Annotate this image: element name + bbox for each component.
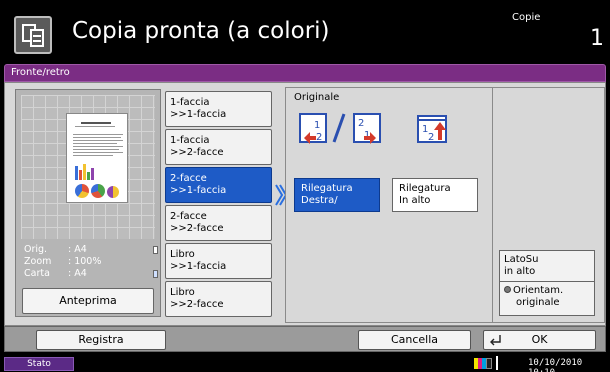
binding-top-button[interactable]: Rilegatura In alto — [392, 178, 478, 212]
document-thumbnail — [66, 113, 128, 203]
svg-text:2: 2 — [316, 132, 322, 143]
toner-level-icon — [474, 358, 492, 369]
status-button[interactable]: Stato — [4, 357, 74, 371]
panel-title: Fronte/retro — [11, 67, 70, 78]
option-2-to-2[interactable]: 2-facce >>2-facce — [165, 205, 272, 241]
option-book-to-2[interactable]: Libro >>2-facce — [165, 281, 272, 317]
original-orientation-icon — [153, 246, 158, 254]
copies-count: 1 — [590, 26, 604, 51]
status-bar: Stato 10/10/2010 10:10 — [0, 354, 610, 372]
preview-area: Orig. : A4 Zoom : 100% Carta : A4 Antepr… — [15, 89, 161, 317]
panel-title-bar: Fronte/retro — [4, 64, 606, 82]
ok-button[interactable]: OK — [483, 330, 596, 350]
paper-tray-icon — [153, 270, 158, 278]
copy-info: Orig. : A4 Zoom : 100% Carta : A4 — [24, 244, 158, 280]
enter-icon — [490, 335, 501, 346]
orientation-column: LatoSu in alto Orientam. originale — [493, 87, 605, 323]
cancel-button[interactable]: Cancella — [358, 330, 471, 350]
preview-canvas — [21, 95, 155, 239]
binding-right-page-icon: 2 1 — [353, 113, 381, 144]
copy-icon — [14, 16, 52, 54]
orientation-group: LatoSu in alto Orientam. originale — [499, 250, 595, 316]
duplex-panel: Orig. : A4 Zoom : 100% Carta : A4 Antepr… — [4, 82, 606, 326]
status-divider — [496, 356, 498, 370]
svg-text:2: 2 — [358, 118, 364, 129]
register-button[interactable]: Registra — [36, 330, 166, 350]
binding-right-button[interactable]: Rilegatura Destra/ — [294, 178, 380, 212]
original-orientation-button[interactable]: Orientam. originale — [500, 281, 594, 315]
option-1-to-1[interactable]: 1-faccia >>1-faccia — [165, 91, 272, 127]
binding-top-page-icon: 1 2 — [417, 115, 447, 143]
original-size-row: Orig. : A4 — [24, 244, 158, 256]
copy-screen: Copia pronta (a colori) Copie 1 Fronte/r… — [0, 0, 610, 372]
top-edge-label: LatoSu in alto — [504, 254, 539, 277]
copies-label: Copie — [512, 12, 541, 23]
paper-size-row: Carta : A4 — [24, 268, 158, 280]
preview-button[interactable]: Anteprima — [22, 288, 154, 314]
header: Copia pronta (a colori) Copie 1 — [0, 0, 610, 62]
option-2-to-1[interactable]: 2-facce >>1-faccia — [165, 167, 272, 203]
svg-text:1: 1 — [314, 120, 320, 131]
option-1-to-2[interactable]: 1-faccia >>2-facce — [165, 129, 272, 165]
slash-divider-icon — [332, 113, 346, 143]
bottom-bar: Registra Cancella OK — [4, 326, 606, 352]
binding-left-page-icon: 1 2 — [299, 113, 327, 144]
page-title: Copia pronta (a colori) — [72, 18, 330, 44]
svg-text:2: 2 — [428, 132, 434, 143]
clock: 10/10/2010 10:10 — [528, 358, 583, 372]
original-label: Originale — [294, 92, 340, 103]
zoom-row: Zoom : 100% — [24, 256, 102, 267]
original-group: Originale 1 2 2 1 1 2 Rilegatura Destra/… — [285, 87, 493, 323]
radio-dot-icon — [504, 286, 511, 293]
option-book-to-1[interactable]: Libro >>1-faccia — [165, 243, 272, 279]
